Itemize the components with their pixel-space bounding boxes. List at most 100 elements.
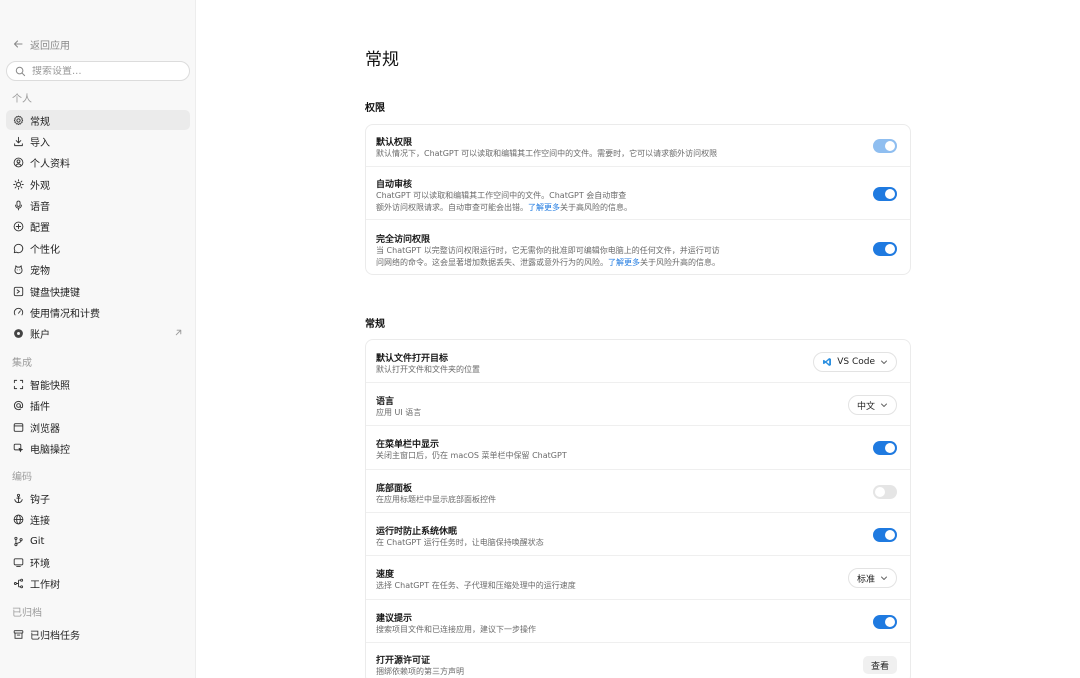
sidebar-item-personalization[interactable]: 个性化 <box>6 238 190 258</box>
desc-line-1: ChatGPT 可以读取和编辑其工作空间中的文件。ChatGPT 会自动审查 <box>376 191 627 200</box>
sidebar-item-config[interactable]: 配置 <box>6 216 190 236</box>
page-title: 常规 <box>365 50 399 70</box>
setting-row-default-permissions: 默认权限 默认情况下，ChatGPT 可以读取和编辑其工作空间中的文件。需要时，… <box>366 125 910 167</box>
setting-title: 建议提示 <box>376 614 413 624</box>
sidebar-item-general[interactable]: 常规 <box>6 110 190 130</box>
general-card: 默认文件打开目标 默认打开文件和文件夹的位置 VS Code 语言 应用 UI … <box>365 339 911 678</box>
dropdown-value: 中文 <box>856 401 875 412</box>
sidebar-item-label: 个人资料 <box>30 158 70 170</box>
suggestions-toggle[interactable] <box>873 615 897 629</box>
setting-description: 应用 UI 语言 <box>376 408 422 417</box>
dropdown-value: 标准 <box>856 574 875 585</box>
view-licenses-button[interactable]: 查看 <box>862 656 897 674</box>
setting-description: 默认打开文件和文件夹的位置 <box>376 365 480 374</box>
setting-title: 默认文件打开目标 <box>376 354 449 364</box>
sidebar-item-profile[interactable]: 个人资料 <box>6 152 190 172</box>
setting-title: 在菜单栏中显示 <box>376 440 440 450</box>
sidebar-item-git[interactable]: Git <box>6 531 190 551</box>
desc-line-2-end: 关于风险升高的信息。 <box>640 258 720 267</box>
setting-row-auto-review: 自动审核 ChatGPT 可以读取和编辑其工作空间中的文件。ChatGPT 会自… <box>366 167 910 220</box>
at-sign-icon <box>12 399 24 411</box>
sidebar-item-label: 钩子 <box>30 494 50 506</box>
sidebar-item-computer-control[interactable]: 电脑操控 <box>6 438 190 458</box>
sidebar-item-label: 浏览器 <box>30 423 60 435</box>
setting-row-full-access: 完全访问权限 当 ChatGPT 以完整访问权限运行时，它无需你的批准即可编辑你… <box>366 220 910 275</box>
setting-description: 选择 ChatGPT 在任务、子代理和压缩处理中的运行速度 <box>376 581 576 590</box>
setting-description: 在 ChatGPT 运行任务时，让电脑保持唤醒状态 <box>376 538 544 547</box>
pet-icon <box>12 263 24 275</box>
section-title-permissions: 权限 <box>365 103 385 114</box>
sidebar-item-worktree[interactable]: 工作树 <box>6 573 190 593</box>
back-to-app-link[interactable]: 返回应用 <box>12 36 70 52</box>
browser-window-icon <box>12 421 24 433</box>
setting-title: 速度 <box>376 570 395 580</box>
git-branch-icon <box>12 535 24 547</box>
scan-frame-icon <box>12 378 24 390</box>
sidebar-item-label: 工作树 <box>30 579 60 591</box>
dropdown-value: VS Code <box>837 357 875 367</box>
setting-description: 搜索项目文件和已连接应用，建议下一步操作 <box>376 625 536 634</box>
sidebar-item-label: 宠物 <box>30 265 50 277</box>
sidebar-item-label: 语音 <box>30 201 50 213</box>
setting-title: 自动审核 <box>376 180 413 190</box>
setting-description: ChatGPT 可以读取和编辑其工作空间中的文件。ChatGPT 会自动审查 额… <box>376 190 776 214</box>
sidebar-item-smart-snapshot[interactable]: 智能快照 <box>6 374 190 394</box>
globe-icon <box>12 327 24 339</box>
archive-box-icon <box>12 628 24 640</box>
sidebar-item-label: 电脑操控 <box>30 444 70 456</box>
keyboard-icon <box>12 285 24 297</box>
open-target-dropdown[interactable]: VS Code <box>813 352 897 372</box>
sidebar-item-pets[interactable]: 宠物 <box>6 259 190 279</box>
desc-line-2: 额外访问权限请求。自动审查可能会出错。 <box>376 203 528 212</box>
sidebar-item-archived-tasks[interactable]: 已归档任务 <box>6 624 190 644</box>
default-permissions-toggle[interactable] <box>873 139 897 153</box>
desc-line-2: 问网络的命令。这会显著增加数据丢失、泄露或意外行为的风险。 <box>376 258 608 267</box>
sidebar-item-account[interactable]: 账户 <box>6 323 190 343</box>
bottom-panel-toggle[interactable] <box>873 485 897 499</box>
sidebar-item-label: 已归档任务 <box>30 630 80 642</box>
anchor-icon <box>12 492 24 504</box>
download-icon <box>12 135 24 147</box>
sidebar-item-label: 智能快照 <box>30 380 70 392</box>
setting-row-menu-bar: 在菜单栏中显示 关闭主窗口后，仍在 macOS 菜单栏中保留 ChatGPT <box>366 426 910 470</box>
chevron-down-icon <box>881 403 887 407</box>
sidebar-item-label: 导入 <box>30 137 50 149</box>
settings-search-input[interactable] <box>32 65 182 77</box>
gear-icon <box>12 114 24 126</box>
sidebar-item-label: 常规 <box>30 116 50 128</box>
settings-sidebar: 返回应用 个人 常规 导入 个人资料 外观 语音 配置 <box>0 0 196 678</box>
learn-more-link[interactable]: 了解更多 <box>528 203 560 212</box>
speed-dropdown[interactable]: 标准 <box>847 568 897 588</box>
menu-bar-toggle[interactable] <box>873 441 897 455</box>
sidebar-item-usage-billing[interactable]: 使用情况和计费 <box>6 302 190 322</box>
chevron-down-icon <box>881 360 887 364</box>
setting-title: 语言 <box>376 397 395 407</box>
sidebar-item-appearance[interactable]: 外观 <box>6 174 190 194</box>
auto-review-toggle[interactable] <box>873 187 897 201</box>
back-link-label: 返回应用 <box>30 40 70 52</box>
sidebar-item-voice[interactable]: 语音 <box>6 195 190 215</box>
language-dropdown[interactable]: 中文 <box>847 395 897 415</box>
sidebar-item-label: 账户 <box>30 329 50 341</box>
sidebar-item-label: 使用情况和计费 <box>30 308 100 320</box>
sidebar-item-import[interactable]: 导入 <box>6 131 190 151</box>
sidebar-item-hooks[interactable]: 钩子 <box>6 488 190 508</box>
sidebar-item-label: 配置 <box>30 222 50 234</box>
sidebar-item-connections[interactable]: 连接 <box>6 509 190 529</box>
full-access-toggle[interactable] <box>873 242 897 256</box>
setting-description: 默认情况下，ChatGPT 可以读取和编辑其工作空间中的文件。需要时，它可以请求… <box>376 149 718 158</box>
sidebar-item-environment[interactable]: 环境 <box>6 552 190 572</box>
prevent-sleep-toggle[interactable] <box>873 528 897 542</box>
setting-title: 完全访问权限 <box>376 235 431 245</box>
sidebar-item-keyboard-shortcuts[interactable]: 键盘快捷键 <box>6 281 190 301</box>
permissions-card: 默认权限 默认情况下，ChatGPT 可以读取和编辑其工作空间中的文件。需要时，… <box>365 124 911 275</box>
sidebar-item-browser[interactable]: 浏览器 <box>6 417 190 437</box>
settings-search-box[interactable] <box>6 61 190 81</box>
setting-row-language: 语言 应用 UI 语言 中文 <box>366 383 910 426</box>
setting-description: 捆绑依赖项的第三方声明 <box>376 667 464 676</box>
user-circle-icon <box>12 156 24 168</box>
sidebar-item-label: 个性化 <box>30 244 60 256</box>
monitor-icon <box>12 556 24 568</box>
sidebar-item-plugins[interactable]: 插件 <box>6 395 190 415</box>
learn-more-link[interactable]: 了解更多 <box>608 258 640 267</box>
